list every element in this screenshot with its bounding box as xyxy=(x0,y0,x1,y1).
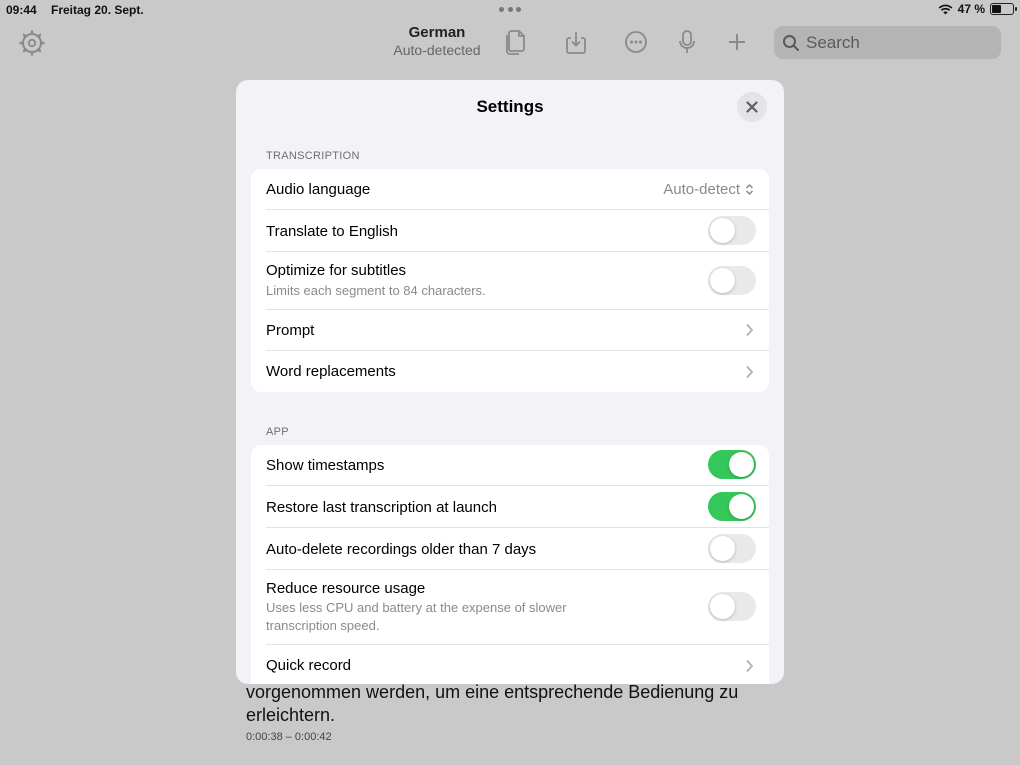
autodelete-row: Auto-delete recordings older than 7 days xyxy=(251,528,769,570)
status-bar: 09:44 Freitag 20. Sept. 47 % xyxy=(0,0,1020,20)
audio-language-row[interactable]: Audio language Auto-detect xyxy=(251,169,769,210)
copy-icon xyxy=(506,30,525,55)
subtitles-label: Optimize for subtitles xyxy=(266,262,407,279)
transcript-text-line1: vorgenommen werden, um eine entsprechend… xyxy=(246,682,739,702)
autodelete-toggle[interactable] xyxy=(708,534,756,563)
autodelete-label: Auto-delete recordings older than 7 days xyxy=(266,541,537,558)
translate-row: Translate to English xyxy=(251,210,769,252)
quick-record-label: Quick record xyxy=(266,657,352,674)
search-icon xyxy=(783,34,799,51)
chevron-right-icon xyxy=(746,365,754,379)
battery-percent: 47 % xyxy=(957,2,985,16)
timestamps-label: Show timestamps xyxy=(266,457,385,474)
quick-record-row[interactable]: Quick record xyxy=(251,645,769,684)
battery-fill xyxy=(992,5,1002,13)
more-button[interactable] xyxy=(622,28,650,56)
search-placeholder: Search xyxy=(806,32,860,52)
reduce-usage-label: Reduce resource usage xyxy=(266,580,426,597)
timestamps-toggle[interactable] xyxy=(708,450,756,479)
wifi-icon xyxy=(938,4,953,14)
ellipsis-circle-icon xyxy=(625,31,647,53)
record-button[interactable] xyxy=(673,28,701,56)
settings-title: Settings xyxy=(476,97,544,116)
transcript-timestamp: 0:00:38 – 0:00:42 xyxy=(246,731,332,743)
transcript-segment[interactable]: vorgenommen werden, um eine entsprechend… xyxy=(246,681,786,743)
language-title[interactable]: German Auto-detected xyxy=(382,24,492,58)
language-name: German xyxy=(408,24,466,41)
audio-language-label: Audio language xyxy=(266,181,371,198)
reduce-usage-toggle[interactable] xyxy=(708,592,756,621)
multitasking-dots-icon[interactable] xyxy=(499,7,521,13)
copy-button[interactable] xyxy=(501,28,529,56)
chevron-right-icon xyxy=(746,659,754,673)
transcription-group: Audio language Auto-detect Translate to … xyxy=(251,169,769,392)
audio-language-picker[interactable]: Auto-detect xyxy=(663,181,754,198)
subtitles-row: Optimize for subtitles Limits each segme… xyxy=(251,251,769,310)
battery-icon xyxy=(990,3,1017,15)
reduce-usage-row: Reduce resource usage Uses less CPU and … xyxy=(251,569,769,645)
translate-toggle[interactable] xyxy=(708,216,756,245)
search-field[interactable]: Search xyxy=(774,26,1001,59)
restore-row: Restore last transcription at launch xyxy=(251,486,769,528)
word-replacements-label: Word replacements xyxy=(266,363,396,380)
timestamps-row: Show timestamps xyxy=(251,445,769,486)
translate-label: Translate to English xyxy=(266,223,399,240)
language-status: Auto-detected xyxy=(393,42,481,58)
section-header-app: APP xyxy=(266,426,289,438)
subtitles-toggle[interactable] xyxy=(708,266,756,295)
status-right: 47 % xyxy=(938,2,1017,16)
prompt-label: Prompt xyxy=(266,322,315,339)
restore-toggle[interactable] xyxy=(708,492,756,521)
settings-modal: Settings TRANSCRIPTION Audio language Au… xyxy=(236,80,784,684)
download-tray-icon xyxy=(566,32,586,54)
close-button[interactable] xyxy=(737,92,767,122)
microphone-icon xyxy=(679,30,695,53)
app-group: Show timestamps Restore last transcripti… xyxy=(251,445,769,684)
status-date: Freitag 20. Sept. xyxy=(51,3,144,17)
export-button[interactable] xyxy=(562,28,590,56)
restore-label: Restore last transcription at launch xyxy=(266,499,497,516)
word-replacements-row[interactable]: Word replacements xyxy=(251,350,769,392)
chevron-up-down-icon xyxy=(745,183,754,196)
reduce-usage-description: Uses less CPU and battery at the expense… xyxy=(266,600,567,633)
transcript-text-line2: erleichtern. xyxy=(246,705,336,725)
subtitles-description: Limits each segment to 84 characters. xyxy=(266,283,486,298)
prompt-row[interactable]: Prompt xyxy=(251,309,769,351)
status-time: 09:44 xyxy=(6,3,37,17)
plus-icon xyxy=(729,34,745,50)
section-header-transcription: TRANSCRIPTION xyxy=(266,150,360,162)
gear-icon[interactable] xyxy=(19,30,45,56)
close-icon xyxy=(746,101,758,113)
add-button[interactable] xyxy=(723,28,751,56)
audio-language-value: Auto-detect xyxy=(663,181,740,198)
chevron-right-icon xyxy=(746,323,754,337)
